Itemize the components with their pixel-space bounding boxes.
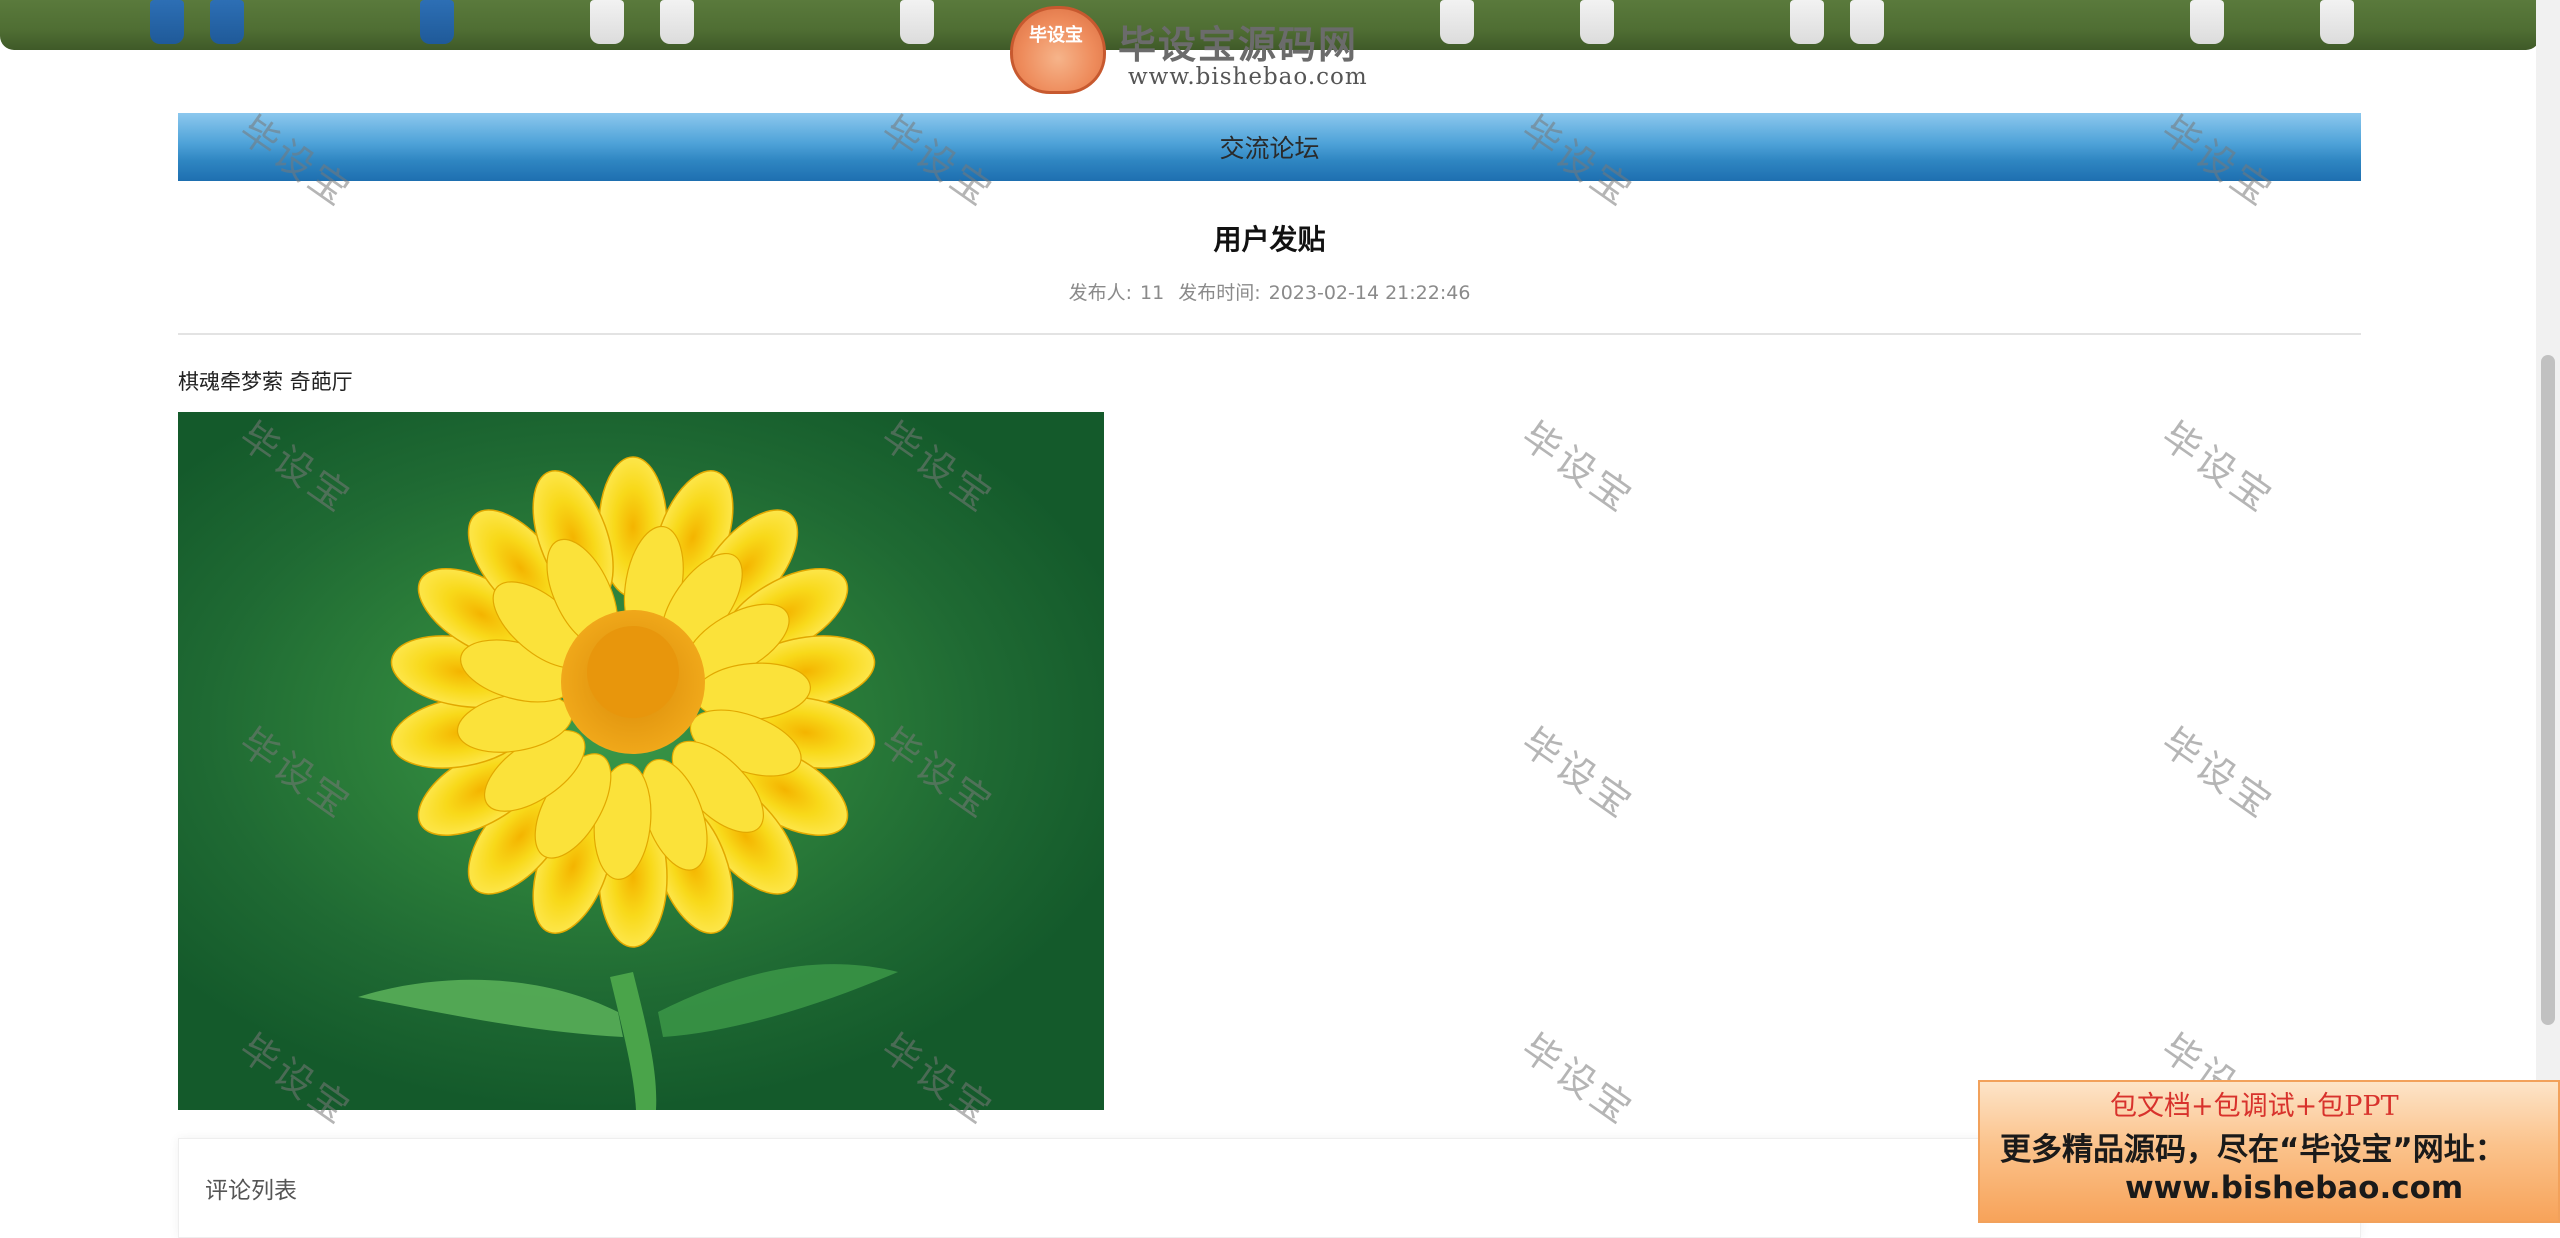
watermark-text: 毕设宝 bbox=[1513, 413, 1643, 522]
time-label: 发布时间: bbox=[1178, 282, 1261, 304]
banner-player-sock bbox=[660, 0, 694, 44]
ad-line-offer: 包文档+包调试+包PPT bbox=[2110, 1091, 2399, 1122]
banner-player-sock bbox=[1440, 0, 1474, 44]
time-value: 2023-02-14 21:22:46 bbox=[1268, 282, 1471, 304]
post-meta: 发布人: 11 发布时间: 2023-02-14 21:22:46 bbox=[178, 278, 2361, 305]
banner-player-sock bbox=[1850, 0, 1884, 44]
banner-player-sock bbox=[210, 0, 244, 44]
page-scrollbar[interactable] bbox=[2536, 0, 2560, 1223]
banner-player-sock bbox=[420, 0, 454, 44]
scrollbar-thumb[interactable] bbox=[2541, 355, 2555, 1025]
section-header: 交流论坛 bbox=[178, 113, 2361, 181]
watermark-text: 毕设宝 bbox=[1513, 1025, 1643, 1134]
section-title: 交流论坛 bbox=[1219, 134, 1320, 163]
ad-line-slogan: 更多精品源码，尽在“毕设宝”网址： bbox=[2000, 1132, 2506, 1168]
comments-label: 评论列表 bbox=[205, 1178, 297, 1204]
author-value: 11 bbox=[1139, 282, 1165, 304]
logo-badge-text: 毕设宝 bbox=[1029, 25, 1083, 46]
logo-domain: www.bishebao.com bbox=[1128, 64, 1368, 90]
flower-illustration bbox=[358, 456, 898, 1110]
promo-ad-box[interactable]: 包文档+包调试+包PPT 更多精品源码，尽在“毕设宝”网址： www.bishe… bbox=[1978, 1080, 2560, 1223]
author-label: 发布人: bbox=[1068, 282, 1132, 304]
banner-player-sock bbox=[150, 0, 184, 44]
post-title: 用户发贴 bbox=[1213, 223, 1326, 256]
ad-line-url[interactable]: www.bishebao.com bbox=[2125, 1170, 2463, 1206]
post-content: 棋魂牵梦萦 奇葩厅 bbox=[178, 370, 353, 394]
logo-brand-name: 毕设宝源码网 bbox=[1118, 23, 1359, 67]
banner-player-sock bbox=[2190, 0, 2224, 44]
banner-player-sock bbox=[2320, 0, 2354, 44]
post-image-flower bbox=[178, 412, 1104, 1110]
site-logo[interactable]: 毕设宝 毕设宝源码网 www.bishebao.com bbox=[1010, 6, 1390, 94]
watermark-text: 毕设宝 bbox=[2153, 719, 2283, 828]
divider bbox=[178, 333, 2361, 335]
banner-player-sock bbox=[900, 0, 934, 44]
watermark-text: 毕设宝 bbox=[1513, 719, 1643, 828]
banner-player-sock bbox=[1580, 0, 1614, 44]
banner-player-sock bbox=[590, 0, 624, 44]
watermark-text: 毕设宝 bbox=[2153, 413, 2283, 522]
banner-player-sock bbox=[1790, 0, 1824, 44]
logo-badge-icon: 毕设宝 bbox=[1010, 6, 1106, 94]
